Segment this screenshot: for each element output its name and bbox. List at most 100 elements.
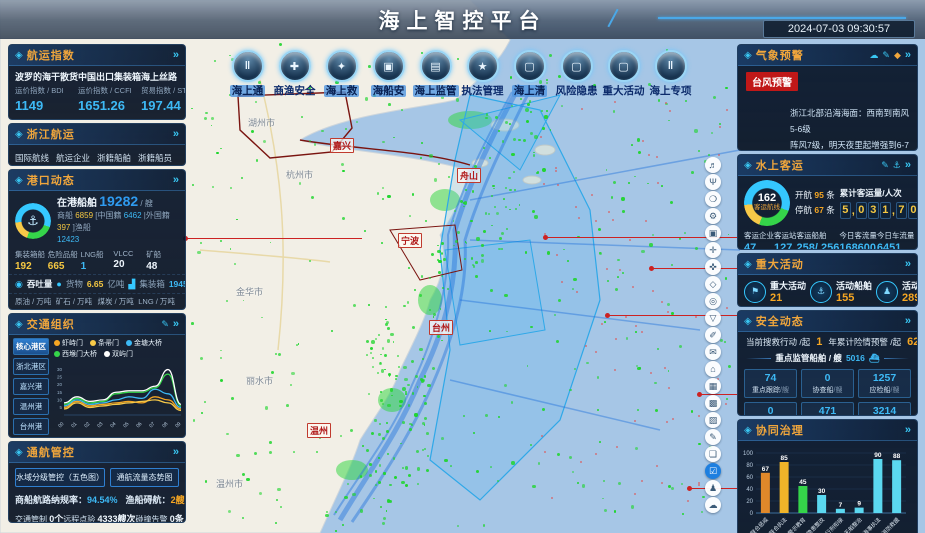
legend-item[interactable]: 条帚门 bbox=[90, 338, 119, 348]
cargo-stat: LNG / 万吨395.61 bbox=[138, 296, 179, 310]
app-button-重大活动[interactable]: ▢重大活动 bbox=[600, 50, 647, 97]
beacon-icon[interactable]: ❍ bbox=[705, 191, 721, 207]
more-chevron-icon[interactable]: » bbox=[173, 318, 179, 330]
fullscreen-icon[interactable]: ✛ bbox=[705, 242, 721, 258]
signal-tower-icon[interactable]: Ψ bbox=[705, 174, 721, 190]
nav-control-button[interactable]: 水域分级管控（五色图） bbox=[15, 468, 105, 487]
svg-text:04: 04 bbox=[109, 421, 117, 429]
typhoon-warning-badge[interactable]: 台风预警 bbox=[746, 72, 798, 91]
alert-count: 62 bbox=[907, 336, 918, 348]
edit-icon[interactable]: ✎ bbox=[881, 160, 889, 171]
safety-cell[interactable]: 1257应检船/艘 bbox=[858, 369, 911, 398]
checkbox-icon[interactable]: ☑ bbox=[705, 463, 721, 479]
safety-cell[interactable]: 74重点跟踪/艘 bbox=[744, 369, 797, 398]
zhejiang-stat: 国际航线245 bbox=[15, 148, 56, 166]
edit-icon[interactable]: ✎ bbox=[882, 50, 890, 61]
app-button-海上监管[interactable]: ▤海上监管 bbox=[412, 50, 459, 97]
ship-type-stats: 集装箱船192危险品船665LNG船1VLCC20矿船48 bbox=[9, 247, 185, 274]
bar-警示教育[interactable] bbox=[798, 486, 807, 513]
port-area-tab[interactable]: 核心港区 bbox=[13, 338, 49, 355]
bar-海事执法[interactable] bbox=[873, 459, 882, 513]
app-button-执法管理[interactable]: ★执法管理 bbox=[459, 50, 506, 97]
more-chevron-icon[interactable]: » bbox=[173, 174, 179, 186]
image-icon[interactable]: ▩ bbox=[705, 395, 721, 411]
more-chevron-icon[interactable]: » bbox=[905, 49, 911, 61]
port-area-tab[interactable]: 浙北港区 bbox=[13, 358, 49, 375]
building-icon[interactable]: ⌂ bbox=[705, 361, 721, 377]
cloud-icon[interactable]: ☁ bbox=[705, 497, 721, 513]
safety-cell[interactable]: 0必检船/艘 bbox=[744, 402, 797, 416]
app-button-海船安[interactable]: ▣海船安 bbox=[365, 50, 412, 97]
app-button-海上清[interactable]: ▢海上清 bbox=[506, 50, 553, 97]
message-icon[interactable]: ❏ bbox=[705, 446, 721, 462]
svg-text:30: 30 bbox=[818, 488, 826, 495]
legend-item[interactable]: 金塘大桥 bbox=[126, 338, 162, 348]
sailing-status: 开航 95 条 停航 67 条 bbox=[795, 188, 835, 218]
mail-icon[interactable]: ✉ bbox=[705, 344, 721, 360]
camera-icon[interactable]: ▣ bbox=[705, 225, 721, 241]
total-passenger-counter: 5,031,700 bbox=[840, 202, 918, 219]
diamond-alert-icon[interactable]: ◆ bbox=[894, 50, 901, 61]
app-button-海上救[interactable]: ✦海上救 bbox=[318, 50, 365, 97]
bar-联合惩戒[interactable] bbox=[761, 473, 770, 513]
grid-icon[interactable]: ▦ bbox=[705, 378, 721, 394]
filter-icon[interactable]: ▽ bbox=[705, 310, 721, 326]
counter-digit: , bbox=[852, 205, 855, 217]
more-chevron-icon[interactable]: » bbox=[905, 258, 911, 270]
passenger-routes-gauge: 162 客运航线 bbox=[744, 180, 790, 226]
svg-text:100: 100 bbox=[743, 451, 754, 457]
measure-icon[interactable]: ✐ bbox=[705, 327, 721, 343]
diamond-icon: ◈ bbox=[744, 50, 752, 61]
nav-control-button[interactable]: 通航流量态势图 bbox=[110, 468, 179, 487]
ship-icon[interactable]: ⚓ bbox=[893, 160, 901, 171]
in-port-summary: 在港船舶 19282 / 艘 商船 6859 [中国籍 6462 |外国籍 39… bbox=[57, 195, 179, 246]
cargo-total: 6.65 bbox=[87, 279, 104, 289]
more-chevron-icon[interactable]: » bbox=[905, 315, 911, 327]
app-button-海上专项[interactable]: ‖海上专项 bbox=[647, 50, 694, 97]
safety-cell[interactable]: 471违章报警船/艘 bbox=[801, 402, 854, 416]
svg-text:88: 88 bbox=[893, 453, 901, 460]
nav-footer-stat: 碰撞告警 0条 bbox=[136, 512, 184, 523]
bar-消防救援[interactable] bbox=[892, 460, 901, 513]
svg-text:40: 40 bbox=[746, 487, 753, 493]
polygon-icon[interactable]: ◇ bbox=[705, 276, 721, 292]
edit-icon[interactable]: ✎ bbox=[161, 319, 169, 330]
helm-icon[interactable]: ⚙ bbox=[705, 208, 721, 224]
bar-三无船整治[interactable] bbox=[855, 508, 864, 513]
bar-联合执法[interactable] bbox=[780, 462, 789, 513]
legend-item[interactable]: 双屿门 bbox=[104, 349, 133, 359]
port-area-tab[interactable]: 温州港 bbox=[13, 398, 49, 415]
pushpin-icon[interactable]: ✜ bbox=[705, 259, 721, 275]
diamond-icon: ◈ bbox=[15, 50, 23, 61]
more-chevron-icon[interactable]: » bbox=[173, 446, 179, 458]
bar-隐患整改[interactable] bbox=[817, 495, 826, 513]
pencil-icon[interactable]: ✎ bbox=[705, 429, 721, 445]
app-button-风险隐患[interactable]: ▢风险隐患 bbox=[553, 50, 600, 97]
ship-icon: ⚓ bbox=[810, 281, 832, 303]
more-chevron-icon[interactable]: » bbox=[173, 128, 179, 140]
more-chevron-icon[interactable]: » bbox=[905, 424, 911, 436]
megaphone-icon[interactable]: ♬ bbox=[705, 157, 721, 173]
diamond-icon: ◈ bbox=[15, 319, 23, 330]
app-button-商渔安全[interactable]: ✚商渔安全 bbox=[271, 50, 318, 97]
more-chevron-icon[interactable]: » bbox=[173, 49, 179, 61]
legend-item[interactable]: 虾峙门 bbox=[54, 338, 83, 348]
picture-icon[interactable]: ▨ bbox=[705, 412, 721, 428]
port-area-tab[interactable]: 台州港 bbox=[13, 418, 49, 435]
port-area-tab[interactable]: 嘉兴港 bbox=[13, 378, 49, 395]
person-icon[interactable]: ♟ bbox=[705, 480, 721, 496]
safety-cell[interactable]: 3214红黄码船/艘 bbox=[858, 402, 911, 416]
counter-digit: 1 bbox=[880, 202, 891, 219]
legend-item[interactable]: 西堠门大桥 bbox=[54, 349, 97, 359]
cargo-icon: ● bbox=[56, 279, 61, 289]
safety-cell[interactable]: 0协查船/艘 bbox=[801, 369, 854, 398]
app-button-海上通[interactable]: ‖海上通 bbox=[224, 50, 271, 97]
sar-count: 1 bbox=[816, 336, 822, 348]
diamond-icon: ◈ bbox=[744, 316, 752, 327]
locate-icon[interactable]: ◎ bbox=[705, 293, 721, 309]
svg-text:09: 09 bbox=[174, 421, 182, 429]
shield-icon: ✚ bbox=[279, 50, 311, 82]
cloud-icon[interactable]: ☁ bbox=[869, 50, 878, 61]
more-chevron-icon[interactable]: » bbox=[905, 159, 911, 171]
bar-行刑衔接[interactable] bbox=[836, 509, 845, 513]
